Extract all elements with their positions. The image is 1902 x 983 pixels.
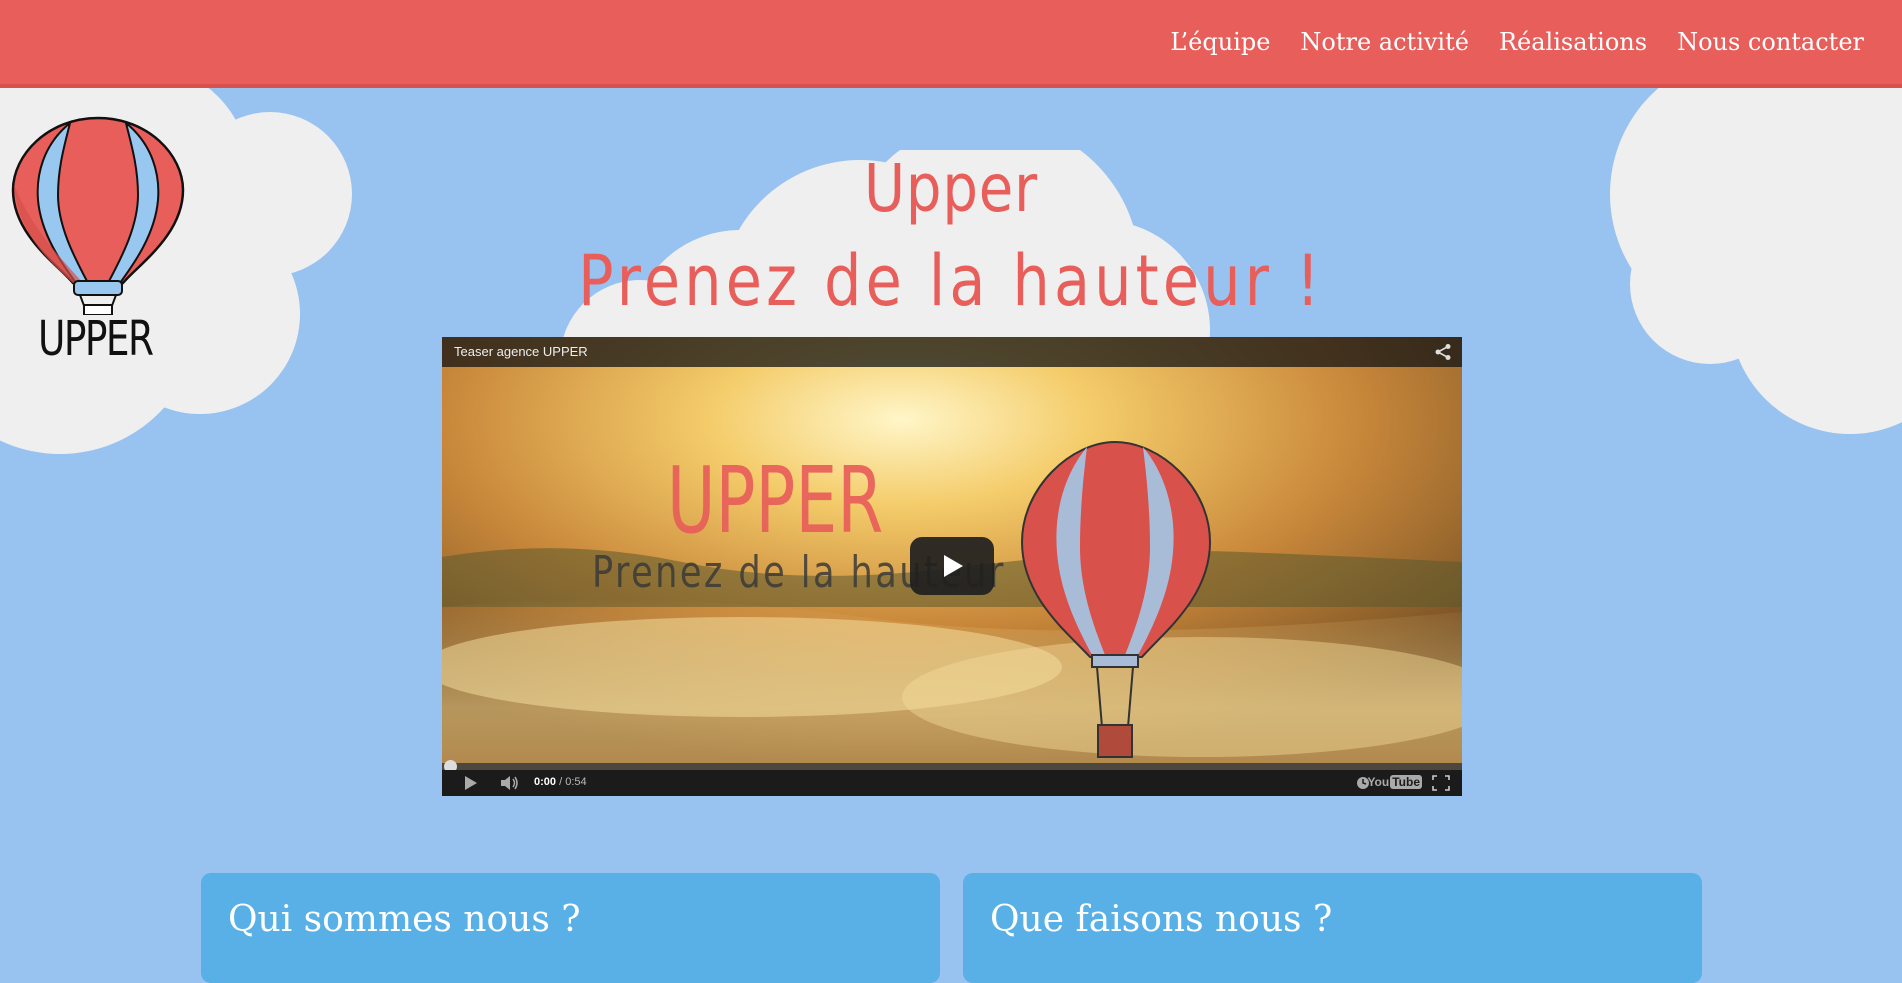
nav-item-realisations[interactable]: Réalisations [1499, 28, 1647, 56]
hero-title: Upper [863, 150, 1039, 227]
video-player[interactable]: UPPER Prenez de la hauteur Teaser agence… [442, 337, 1462, 796]
fullscreen-icon[interactable] [1432, 775, 1450, 791]
youtube-logo[interactable]: You Tube [1367, 775, 1422, 789]
video-time: 0:00 / 0:54 [534, 776, 587, 788]
card-que-faisons-nous: Que faisons nous ? [963, 873, 1702, 983]
youtube-logo-tube: Tube [1390, 775, 1422, 789]
card-title-que-faisons-nous: Que faisons nous ? [990, 899, 1333, 940]
nav-item-equipe[interactable]: L’équipe [1170, 28, 1270, 56]
nav-menu: L’équipe Notre activité Réalisations Nou… [1170, 0, 1864, 84]
share-icon[interactable] [1434, 343, 1452, 361]
video-frame-title: UPPER [667, 447, 884, 554]
video-controls: 0:00 / 0:54 You Tube [442, 770, 1462, 796]
play-button[interactable] [910, 537, 994, 595]
play-icon [944, 555, 963, 577]
control-play-icon[interactable] [464, 776, 478, 790]
nav-item-activite[interactable]: Notre activité [1300, 28, 1469, 56]
top-navbar: L’équipe Notre activité Réalisations Nou… [0, 0, 1902, 88]
video-progress-bar[interactable] [442, 760, 1462, 773]
logo-text: UPPER [38, 311, 154, 367]
volume-icon[interactable] [500, 775, 520, 791]
time-separator: / [556, 776, 566, 788]
video-title[interactable]: Teaser agence UPPER [454, 344, 588, 359]
time-total: 0:54 [565, 776, 587, 788]
youtube-logo-you: You [1367, 775, 1390, 789]
card-qui-sommes-nous: Qui sommes nous ? [201, 873, 940, 983]
time-current: 0:00 [534, 776, 557, 788]
nav-item-contact[interactable]: Nous contacter [1677, 28, 1864, 56]
hero-subtitle: Prenez de la hauteur ! [578, 240, 1324, 322]
video-title-bar: Teaser agence UPPER [442, 337, 1462, 367]
card-title-qui-sommes-nous: Qui sommes nous ? [228, 899, 581, 940]
